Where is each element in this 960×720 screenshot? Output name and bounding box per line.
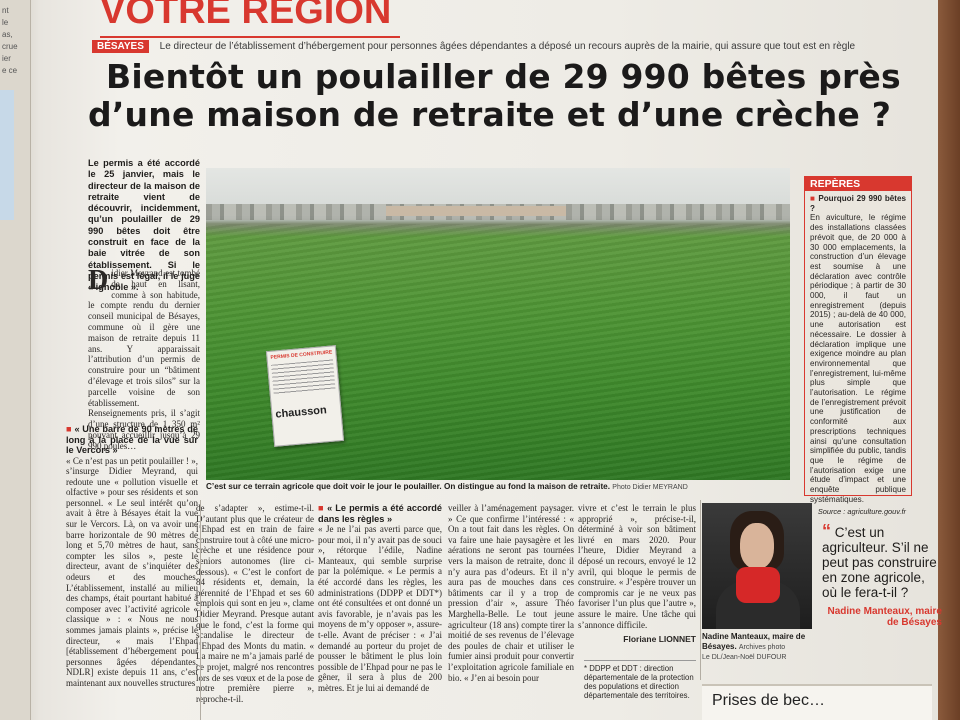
caption-text: C’est sur ce terrain agricole que doit v… (206, 482, 611, 491)
quote-author: Nadine Manteaux, maire de Bésayes (827, 606, 942, 628)
section-underline (100, 36, 400, 38)
prev-page-image-strip (0, 90, 14, 220)
article-column-1: ■ « Une barre de 90 mètres de long à la … (66, 424, 198, 689)
glossary-note: * DDPP et DDT : direction départementale… (584, 660, 696, 700)
section-title: VOTRE RÉGION (100, 0, 392, 32)
column-rule (700, 500, 701, 680)
prev-page-fragment: crue (2, 42, 18, 51)
next-article-box: Prises de bec… (702, 684, 932, 720)
column-1-text: « Ce n’est pas un petit poulailler ! », … (66, 455, 198, 688)
sign-lines (271, 359, 336, 395)
field-photo: PERMIS DE CONSTRUIRE chausson (206, 168, 790, 480)
photo-caption: C’est sur ce terrain agricole que doit v… (206, 482, 790, 491)
portrait-credit: Le DL/Jean-Noël DUFOUR (702, 654, 787, 661)
photo-credit: Photo Didier MEYRAND (612, 484, 688, 491)
prev-page-fragment: e ce (2, 66, 18, 75)
photo-retirement-home (386, 206, 566, 216)
location-tag: BÉSAYES (92, 40, 149, 53)
prev-page-fragment: le (2, 18, 9, 27)
portrait-caption: Nadine Manteaux, maire de Bésayes. Archi… (702, 632, 814, 663)
sign-brand: chausson (274, 404, 328, 421)
newspaper-page: nt le as, crue ier e ce VOTRE RÉGION BÉS… (0, 0, 960, 720)
column-rule (200, 500, 201, 720)
tag-row: BÉSAYES Le directeur de l’établissement … (92, 40, 902, 56)
column-4-text: veiller à l’aménagement paysager. » Ce q… (448, 503, 574, 683)
dropcap: D (88, 265, 109, 296)
column-2-text: de s’adapter », estime-t-il. D’autant pl… (196, 503, 314, 704)
headline-line-1: Bientôt un poulailler de 29 990 bêtes pr… (106, 57, 901, 96)
prev-page-fragment: ier (2, 54, 11, 63)
reperes-question-text: Pourquoi 29 990 bêtes ? (810, 194, 907, 213)
reperes-body: ■ Pourquoi 29 990 bêtes ? En aviculture,… (805, 191, 911, 519)
portrait-scarf (736, 567, 780, 603)
prev-page-fragment: as, (2, 30, 13, 39)
reperes-source: Source : agriculture.gouv.fr (817, 506, 906, 516)
article-column-5: vivre et c’est le terrain le plus approp… (578, 503, 696, 645)
quote-mark-icon: “ (822, 521, 831, 541)
portrait-face (740, 523, 774, 569)
next-article-title: Prises de bec… (712, 692, 825, 709)
article-column-2: de s’adapter », estime-t-il. D’autant pl… (196, 503, 314, 704)
mayor-portrait (702, 503, 812, 629)
reperes-title: REPÈRES (805, 177, 911, 191)
portrait-note: Archives photo (738, 643, 786, 651)
subhead-1: ■ « Une barre de 90 mètres de long à la … (66, 424, 198, 455)
subhead-2: ■ « Le permis a été accordé dans les règ… (318, 503, 442, 524)
pull-quote: “ C’est un agriculteur. S’il ne peut pas… (822, 521, 942, 628)
column-5-text: vivre et c’est le terrain le plus approp… (578, 503, 696, 630)
subhead-2-text: « Le permis a été accordé dans les règle… (318, 503, 442, 524)
reperes-question: ■ Pourquoi 29 990 bêtes ? (810, 194, 907, 213)
headline: Bientôt un poulailler de 29 990 bêtes pr… (88, 58, 908, 134)
reperes-text: En aviculture, le régime des installatio… (810, 213, 906, 504)
previous-page-edge: nt le as, crue ier e ce (0, 0, 31, 720)
author-signature: Floriane LIONNET (623, 634, 696, 645)
kicker: Le directeur de l’établissement d’héberg… (159, 41, 856, 52)
column-3-text: « Je ne l’ai pas averti parce que, pour … (318, 524, 442, 693)
prev-page-fragment: nt (2, 6, 9, 15)
headline-line-2: d’une maison de retraite et d’une crèche… (88, 95, 892, 134)
reperes-box: REPÈRES ■ Pourquoi 29 990 bêtes ? En avi… (804, 176, 912, 516)
permit-sign: PERMIS DE CONSTRUIRE chausson (265, 345, 345, 447)
article-column-3: ■ « Le permis a été accordé dans les règ… (318, 503, 442, 694)
subhead-1-text: « Une barre de 90 mètres de long à la pl… (66, 424, 198, 455)
sign-heading: PERMIS DE CONSTRUIRE (270, 349, 333, 361)
quote-text: C’est un agriculteur. S’il ne peut pas c… (822, 525, 937, 600)
article-column-4: veiller à l’aménagement paysager. » Ce q… (448, 503, 574, 683)
